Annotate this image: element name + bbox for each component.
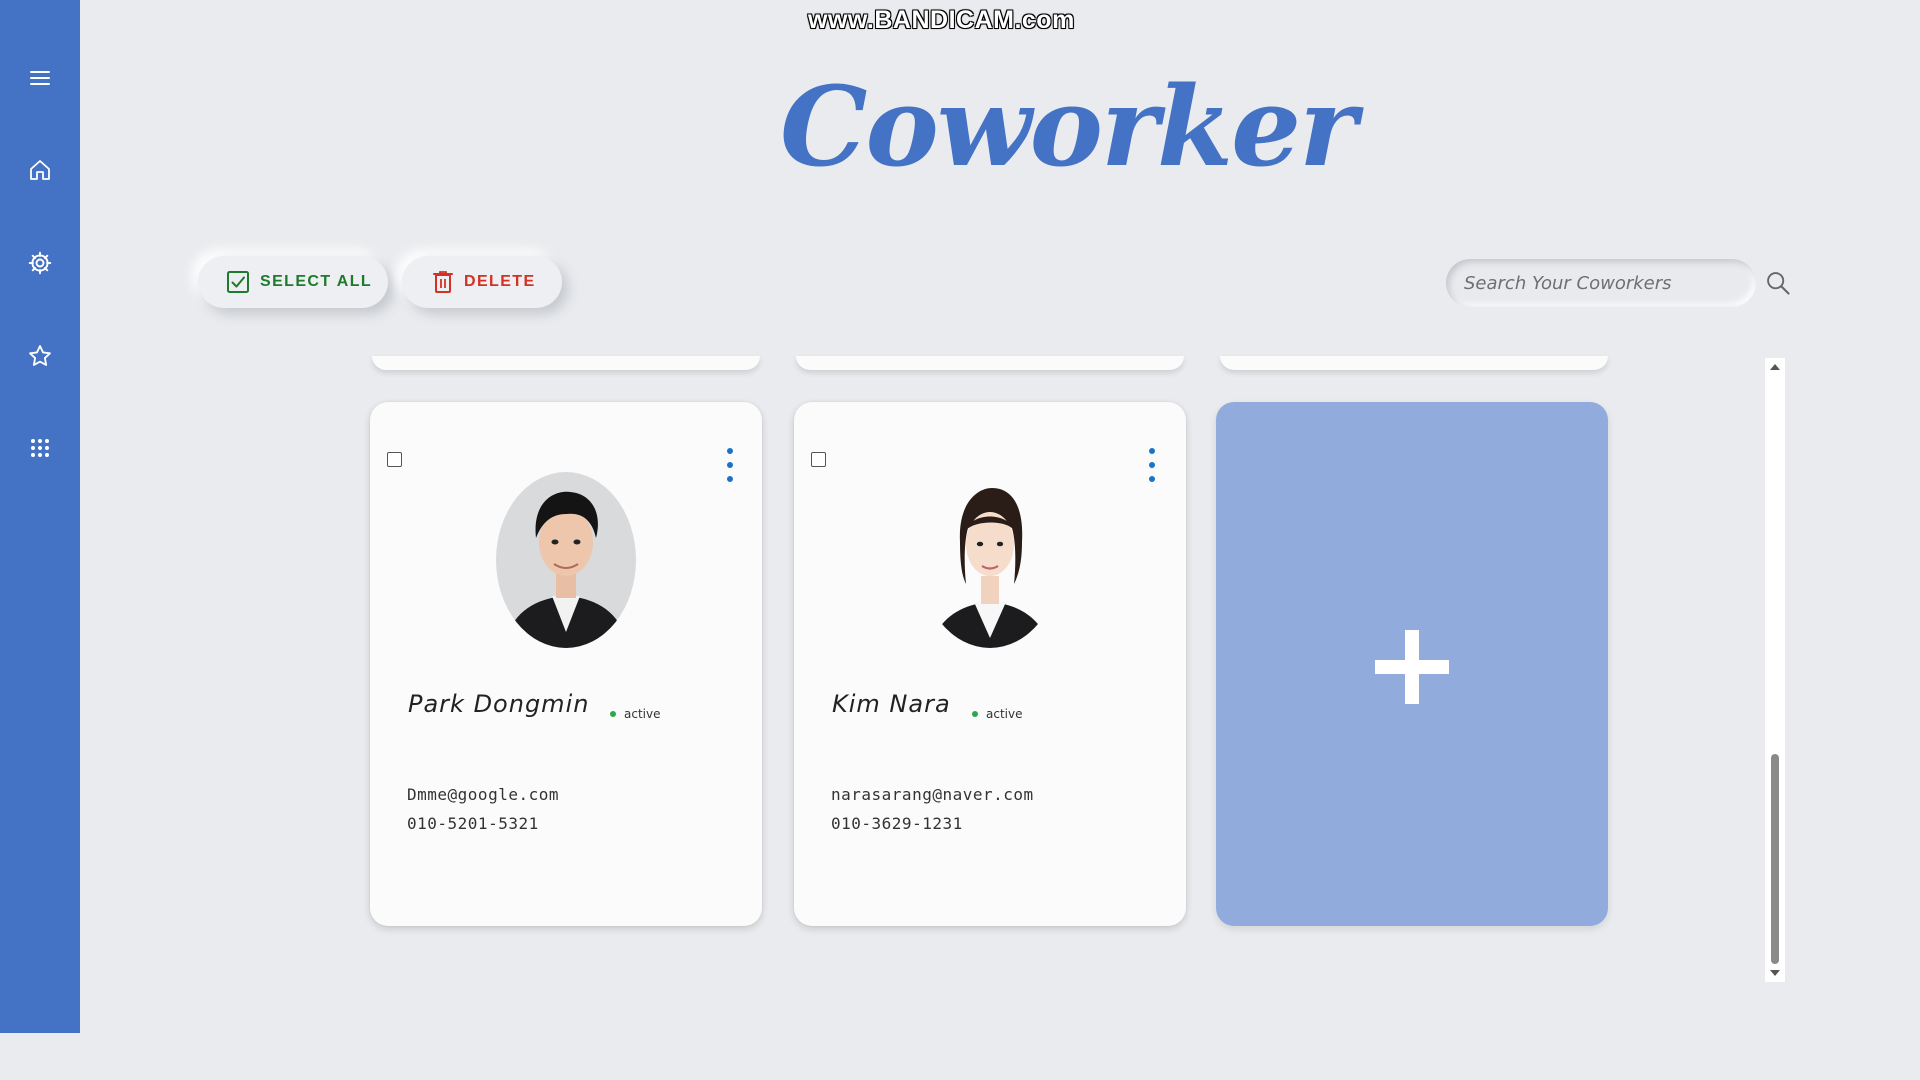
checkbox-checked-icon (226, 270, 250, 294)
card-above-partial (372, 356, 760, 370)
delete-button[interactable]: DELETE (402, 256, 562, 308)
search-button[interactable] (1764, 269, 1792, 297)
card-checkbox[interactable] (387, 452, 402, 467)
menu-dot (727, 448, 733, 454)
status-label: active (624, 707, 661, 721)
status-dot (972, 711, 978, 717)
menu-icon (30, 71, 50, 85)
star-icon (29, 345, 51, 366)
coworker-phone: 010-5201-5321 (407, 814, 539, 833)
coworker-email: Dmme@google.com (407, 785, 559, 804)
trash-icon (432, 270, 454, 294)
status-badge: active (610, 707, 660, 721)
sidebar-item-settings[interactable] (20, 243, 60, 283)
search-input[interactable] (1446, 259, 1756, 307)
add-coworker-button[interactable] (1216, 402, 1608, 926)
coworker-email: narasarang@naver.com (831, 785, 1034, 804)
card-checkbox[interactable] (811, 452, 826, 467)
coworker-phone: 010-3629-1231 (831, 814, 963, 833)
more-options-button[interactable] (720, 448, 740, 482)
scroll-up-arrow-icon[interactable] (1770, 364, 1780, 370)
avatar (496, 472, 636, 648)
menu-dot (727, 476, 733, 482)
search-icon (1767, 272, 1790, 295)
menu-button[interactable] (20, 58, 60, 98)
avatar (920, 472, 1060, 648)
scrollbar-thumb[interactable] (1771, 754, 1779, 964)
apps-grid-icon (31, 439, 49, 457)
delete-label: DELETE (464, 273, 536, 290)
card-above-partial (1220, 356, 1608, 370)
sidebar-item-apps[interactable] (20, 428, 60, 468)
home-icon (30, 160, 50, 180)
card-above-partial (796, 356, 1184, 370)
coworker-name: Park Dongmin (408, 690, 590, 718)
coworker-name: Kim Nara (832, 690, 951, 718)
more-options-button[interactable] (1142, 448, 1162, 482)
sidebar-item-favorites[interactable] (20, 336, 60, 376)
status-dot (610, 711, 616, 717)
select-all-button[interactable]: SELECT ALL (198, 256, 388, 308)
menu-dot (727, 462, 733, 468)
status-badge: active (972, 707, 1022, 721)
watermark: www.BANDICAM.com (808, 6, 1075, 34)
sidebar (0, 0, 80, 1033)
status-label: active (986, 707, 1023, 721)
sidebar-item-home[interactable] (20, 150, 60, 190)
menu-dot (1149, 448, 1155, 454)
coworker-card[interactable]: Park Dongmin active Dmme@google.com 010-… (370, 402, 762, 926)
page-title: Coworker (780, 62, 1357, 191)
scroll-down-arrow-icon[interactable] (1770, 970, 1780, 976)
menu-dot (1149, 462, 1155, 468)
coworker-card[interactable]: Kim Nara active narasarang@naver.com 010… (794, 402, 1186, 926)
settings-icon (28, 251, 52, 275)
scrollbar[interactable] (1765, 358, 1785, 982)
select-all-label: SELECT ALL (260, 273, 373, 290)
menu-dot (1149, 476, 1155, 482)
